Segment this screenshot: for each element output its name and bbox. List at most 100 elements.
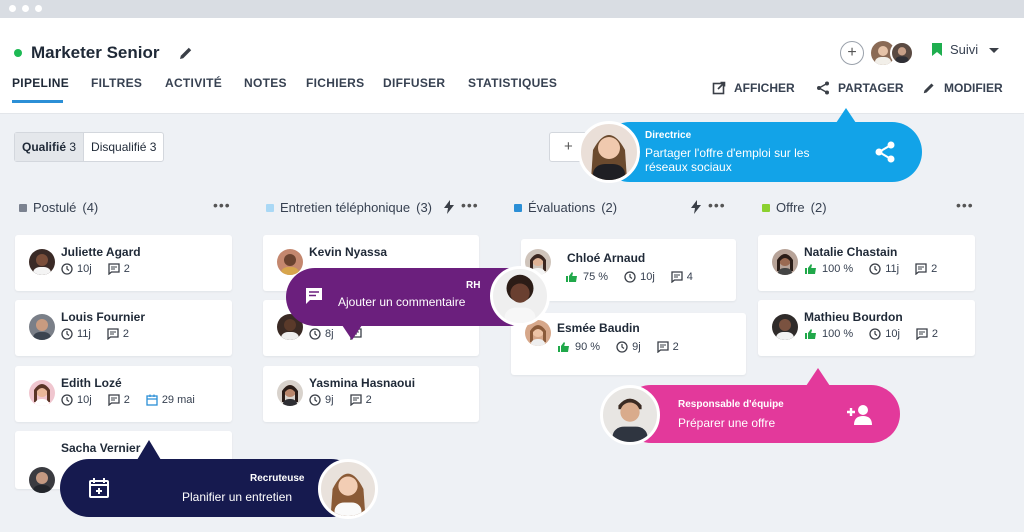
- clock-icon: [616, 341, 628, 353]
- person-photo: [490, 266, 550, 326]
- avatar: [890, 41, 914, 65]
- candidate-name: Yasmina Hasnaoui: [309, 376, 416, 390]
- clock-icon: [869, 328, 881, 340]
- status-indicator: [14, 49, 22, 57]
- tab-statistiques[interactable]: STATISTIQUES: [468, 76, 557, 90]
- tooltip-responsable: Responsable d'équipe Préparer une offre: [622, 385, 900, 443]
- person-photo: [600, 385, 660, 445]
- bubble-message: Partager l'offre d'emploi sur les réseau…: [645, 146, 810, 174]
- bubble-message: Préparer une offre: [678, 416, 776, 430]
- clock-icon: [61, 394, 73, 406]
- candidate-name: Chloé Arnaud: [567, 251, 646, 265]
- tab-activite[interactable]: ACTIVITÉ: [165, 76, 222, 90]
- follow-label: Suivi: [950, 42, 979, 57]
- column-header-offre: Offre (2): [762, 200, 827, 215]
- bubble-role: Directrice: [645, 130, 692, 141]
- candidate-name: Juliette Agard: [61, 245, 141, 259]
- clock-icon: [624, 271, 636, 283]
- pencil-icon[interactable]: [178, 45, 194, 61]
- comment-icon: [350, 394, 362, 406]
- clock-icon: [61, 263, 73, 275]
- column-menu-icon[interactable]: •••: [461, 197, 479, 213]
- column-header-evaluations: Évaluations (2): [514, 200, 617, 215]
- share-icon: [817, 81, 829, 95]
- candidate-meta: 75 % 10j 4: [565, 271, 693, 283]
- column-header-postule: Postulé (4): [19, 200, 98, 215]
- thumbs-up-icon: [804, 328, 818, 340]
- thumbs-up-icon: [557, 341, 571, 353]
- candidate-card[interactable]: Mathieu Bourdon 100 % 10j 2: [758, 300, 975, 356]
- qualification-filter: Qualifié 3 Disqualifié 3: [14, 132, 165, 162]
- external-link-icon: [712, 81, 726, 95]
- column-title: Offre: [776, 200, 805, 215]
- thumbs-up-icon: [804, 263, 818, 275]
- window-dot: [35, 5, 42, 12]
- candidate-meta: 11j 2: [61, 328, 129, 340]
- column-menu-icon[interactable]: •••: [956, 197, 974, 213]
- automation-bolt-icon[interactable]: [443, 200, 455, 214]
- tab-diffuser[interactable]: DIFFUSER: [383, 76, 445, 90]
- window-titlebar: [0, 0, 1024, 18]
- add-person-icon: [847, 405, 872, 425]
- bubble-pointer: [137, 440, 161, 460]
- column-count: (3): [416, 200, 432, 215]
- candidate-card[interactable]: Yasmina Hasnaoui 9j 2: [263, 366, 479, 422]
- job-title: Marketer Senior: [31, 43, 160, 62]
- automation-bolt-icon[interactable]: [690, 200, 702, 214]
- candidate-card[interactable]: Louis Fournier 11j 2: [15, 300, 232, 356]
- window-dot: [22, 5, 29, 12]
- afficher-label: AFFICHER: [734, 81, 795, 95]
- candidate-card[interactable]: Juliette Agard 10j 2: [15, 235, 232, 291]
- pencil-icon: [923, 83, 934, 94]
- bubble-message: Ajouter un commentaire: [338, 295, 466, 309]
- candidate-meta: 100 % 10j 2: [804, 328, 938, 340]
- column-menu-icon[interactable]: •••: [708, 197, 726, 213]
- column-count: (2): [810, 200, 827, 215]
- tab-notes[interactable]: NOTES: [244, 76, 287, 90]
- modifier-button[interactable]: MODIFIER: [922, 81, 1003, 95]
- candidate-name: Edith Lozé: [61, 376, 122, 390]
- candidate-card[interactable]: Esmée Baudin 90 % 9j 2: [511, 313, 746, 375]
- candidate-name: Natalie Chastain: [804, 245, 898, 259]
- tab-pipeline[interactable]: PIPELINE: [12, 76, 69, 90]
- column-title: Évaluations: [528, 200, 596, 215]
- candidate-avatar: [277, 249, 303, 275]
- clock-icon: [309, 328, 321, 340]
- follow-dropdown[interactable]: Suivi: [932, 42, 1002, 57]
- comment-icon: [306, 288, 322, 304]
- chevron-down-icon: [989, 47, 1000, 53]
- partager-button[interactable]: PARTAGER: [816, 81, 904, 95]
- tooltip-directrice: Directrice Partager l'offre d'emploi sur…: [600, 122, 922, 182]
- candidate-meta: 10j 2 29 mai: [61, 394, 195, 406]
- candidate-name: Louis Fournier: [61, 310, 145, 324]
- candidate-meta: 10j 2: [61, 263, 130, 275]
- tab-fichiers[interactable]: FICHIERS: [306, 76, 364, 90]
- person-photo: [578, 121, 640, 183]
- person-photo: [318, 459, 378, 519]
- candidate-meta: 90 % 9j 2: [557, 341, 679, 353]
- segment-qualified[interactable]: Qualifié 3: [15, 133, 84, 161]
- candidate-card[interactable]: Natalie Chastain 100 % 11j 2: [758, 235, 975, 291]
- share-icon: [875, 141, 895, 163]
- add-member-button[interactable]: +: [840, 41, 864, 65]
- column-title: Entretien téléphonique: [280, 200, 411, 215]
- candidate-avatar: [772, 314, 798, 340]
- candidate-meta: 100 % 11j 2: [804, 263, 937, 275]
- candidate-card[interactable]: Chloé Arnaud 75 % 10j 4: [521, 239, 736, 301]
- candidate-name: Kevin Nyassa: [309, 245, 388, 259]
- candidate-avatar: [29, 249, 55, 275]
- column-color-marker: [762, 203, 770, 212]
- candidate-name: Mathieu Bourdon: [804, 310, 903, 324]
- tab-filtres[interactable]: FILTRES: [91, 76, 142, 90]
- bubble-message: Planifier un entretien: [182, 490, 293, 504]
- bubble-role: Responsable d'équipe: [678, 399, 784, 410]
- afficher-button[interactable]: AFFICHER: [712, 81, 795, 95]
- column-color-marker: [514, 203, 522, 212]
- calendar-icon: [146, 394, 158, 406]
- comment-icon: [657, 341, 669, 353]
- column-menu-icon[interactable]: •••: [213, 197, 231, 213]
- segment-disqualified[interactable]: Disqualifié 3: [83, 133, 163, 161]
- candidate-card[interactable]: Edith Lozé 10j 2 29 mai: [15, 366, 232, 422]
- candidate-name: Esmée Baudin: [557, 321, 640, 335]
- comment-icon: [671, 271, 683, 283]
